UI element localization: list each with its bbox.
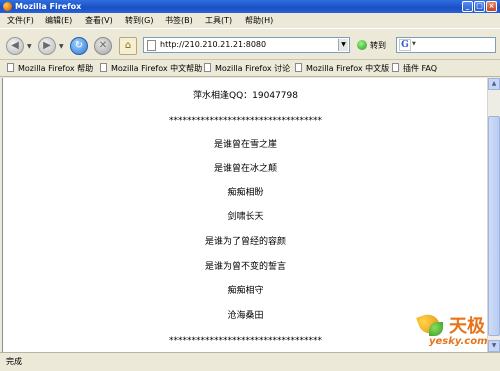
- menu-edit[interactable]: 编辑(E): [45, 13, 72, 28]
- home-icon: ⌂: [124, 40, 132, 51]
- bookmark-label: Mozilla Firefox 讨论: [215, 64, 291, 73]
- separator-line: **********************************: [169, 116, 322, 126]
- menu-help[interactable]: 帮助(H): [245, 13, 273, 28]
- maximize-button[interactable]: □: [474, 1, 485, 12]
- bookmarks-toolbar: Mozilla Firefox 帮助 Mozilla Firefox 中文帮助 …: [0, 60, 500, 77]
- back-button[interactable]: ◀: [6, 37, 24, 55]
- search-box[interactable]: G ▼: [396, 37, 496, 53]
- go-icon: [357, 40, 367, 50]
- status-text: 完成: [6, 357, 22, 366]
- search-engine-icon[interactable]: G: [399, 39, 411, 51]
- scroll-up-icon[interactable]: ▲: [488, 78, 500, 90]
- scroll-thumb[interactable]: [488, 116, 500, 336]
- address-bar[interactable]: http://210.210.21.21:8080 ▼: [143, 37, 350, 53]
- menu-view[interactable]: 查看(V): [85, 13, 113, 28]
- menu-bookmarks[interactable]: 书签(B): [165, 13, 193, 28]
- bookmark-label: Mozilla Firefox 中文版: [306, 64, 390, 73]
- poem-line: 是谁曾在冰之颠: [213, 164, 277, 174]
- address-dropdown-icon[interactable]: ▼: [338, 39, 348, 51]
- poem-line: 是谁曾在雪之崖: [213, 140, 277, 150]
- poem-line: 痴痴相盼: [227, 188, 264, 198]
- poem-line: 是谁为曾不变的誓言: [204, 262, 286, 272]
- home-button[interactable]: ⌂: [119, 37, 137, 55]
- forward-dropdown-icon[interactable]: ▼: [59, 43, 64, 50]
- bookmark-page-icon: [295, 63, 302, 72]
- close-button[interactable]: ×: [486, 1, 497, 12]
- watermark-site: yesky.com: [429, 336, 488, 347]
- vertical-scrollbar[interactable]: ▲ ▼: [487, 78, 500, 352]
- go-button[interactable]: 转到: [357, 39, 386, 53]
- bookmark-page-icon: [392, 63, 399, 72]
- menu-bar: 文件(F) 编辑(E) 查看(V) 转到(G) 书签(B) 工具(T) 帮助(H…: [0, 13, 500, 28]
- menu-file[interactable]: 文件(F): [7, 13, 34, 28]
- bookmark-page-icon: [204, 63, 211, 72]
- go-label: 转到: [370, 41, 386, 50]
- menu-go[interactable]: 转到(G): [125, 13, 153, 28]
- status-bar: 完成: [0, 352, 500, 371]
- watermark: 天极 yesky.com: [415, 311, 495, 352]
- search-engine-dropdown-icon[interactable]: ▼: [412, 41, 416, 47]
- address-text[interactable]: http://210.210.21.21:8080: [160, 38, 266, 52]
- poem-line: 是谁为了曾经的容颜: [204, 237, 286, 247]
- bookmark-label: 插件 FAQ: [403, 64, 438, 73]
- bookmark-item[interactable]: Mozilla Firefox 讨论: [204, 60, 290, 77]
- forward-button[interactable]: ▶: [38, 37, 56, 55]
- bookmark-item[interactable]: Mozilla Firefox 帮助: [7, 60, 93, 77]
- bookmark-item[interactable]: 插件 FAQ: [392, 60, 437, 77]
- menu-tools[interactable]: 工具(T): [205, 13, 232, 28]
- forward-arrow-icon: ▶: [43, 40, 51, 51]
- stop-button[interactable]: ✕: [94, 37, 112, 55]
- qq-heading: 萍水相逢QQ：19047798: [193, 91, 298, 101]
- title-bar: Mozilla Firefox _ □ ×: [0, 0, 500, 13]
- bookmark-label: Mozilla Firefox 中文帮助: [111, 64, 203, 73]
- back-dropdown-icon[interactable]: ▼: [27, 43, 32, 50]
- bookmark-item[interactable]: Mozilla Firefox 中文帮助: [100, 60, 202, 77]
- window-title: Mozilla Firefox: [15, 2, 82, 11]
- bookmark-label: Mozilla Firefox 帮助: [18, 64, 94, 73]
- watermark-logo: 天极: [449, 316, 485, 337]
- bookmark-page-icon: [100, 63, 107, 72]
- bookmark-item[interactable]: Mozilla Firefox 中文版: [295, 60, 389, 77]
- back-arrow-icon: ◀: [11, 40, 19, 51]
- poem-line: 痴痴相守: [227, 286, 264, 296]
- page-content: 萍水相逢QQ：19047798 ************************…: [2, 78, 487, 352]
- stop-icon: ✕: [98, 40, 108, 51]
- poem-line: 剑啸长天: [227, 212, 264, 222]
- page-icon: [147, 40, 156, 51]
- firefox-icon: [3, 2, 12, 11]
- reload-icon: ↻: [74, 40, 84, 51]
- minimize-button[interactable]: _: [462, 1, 473, 12]
- navigation-toolbar: ◀ ▼ ▶ ▼ ↻ ✕ ⌂ http://210.210.21.21:8080 …: [0, 28, 500, 60]
- watermark-leaf-icon: [429, 322, 443, 336]
- bookmark-page-icon: [7, 63, 14, 72]
- reload-button[interactable]: ↻: [70, 37, 88, 55]
